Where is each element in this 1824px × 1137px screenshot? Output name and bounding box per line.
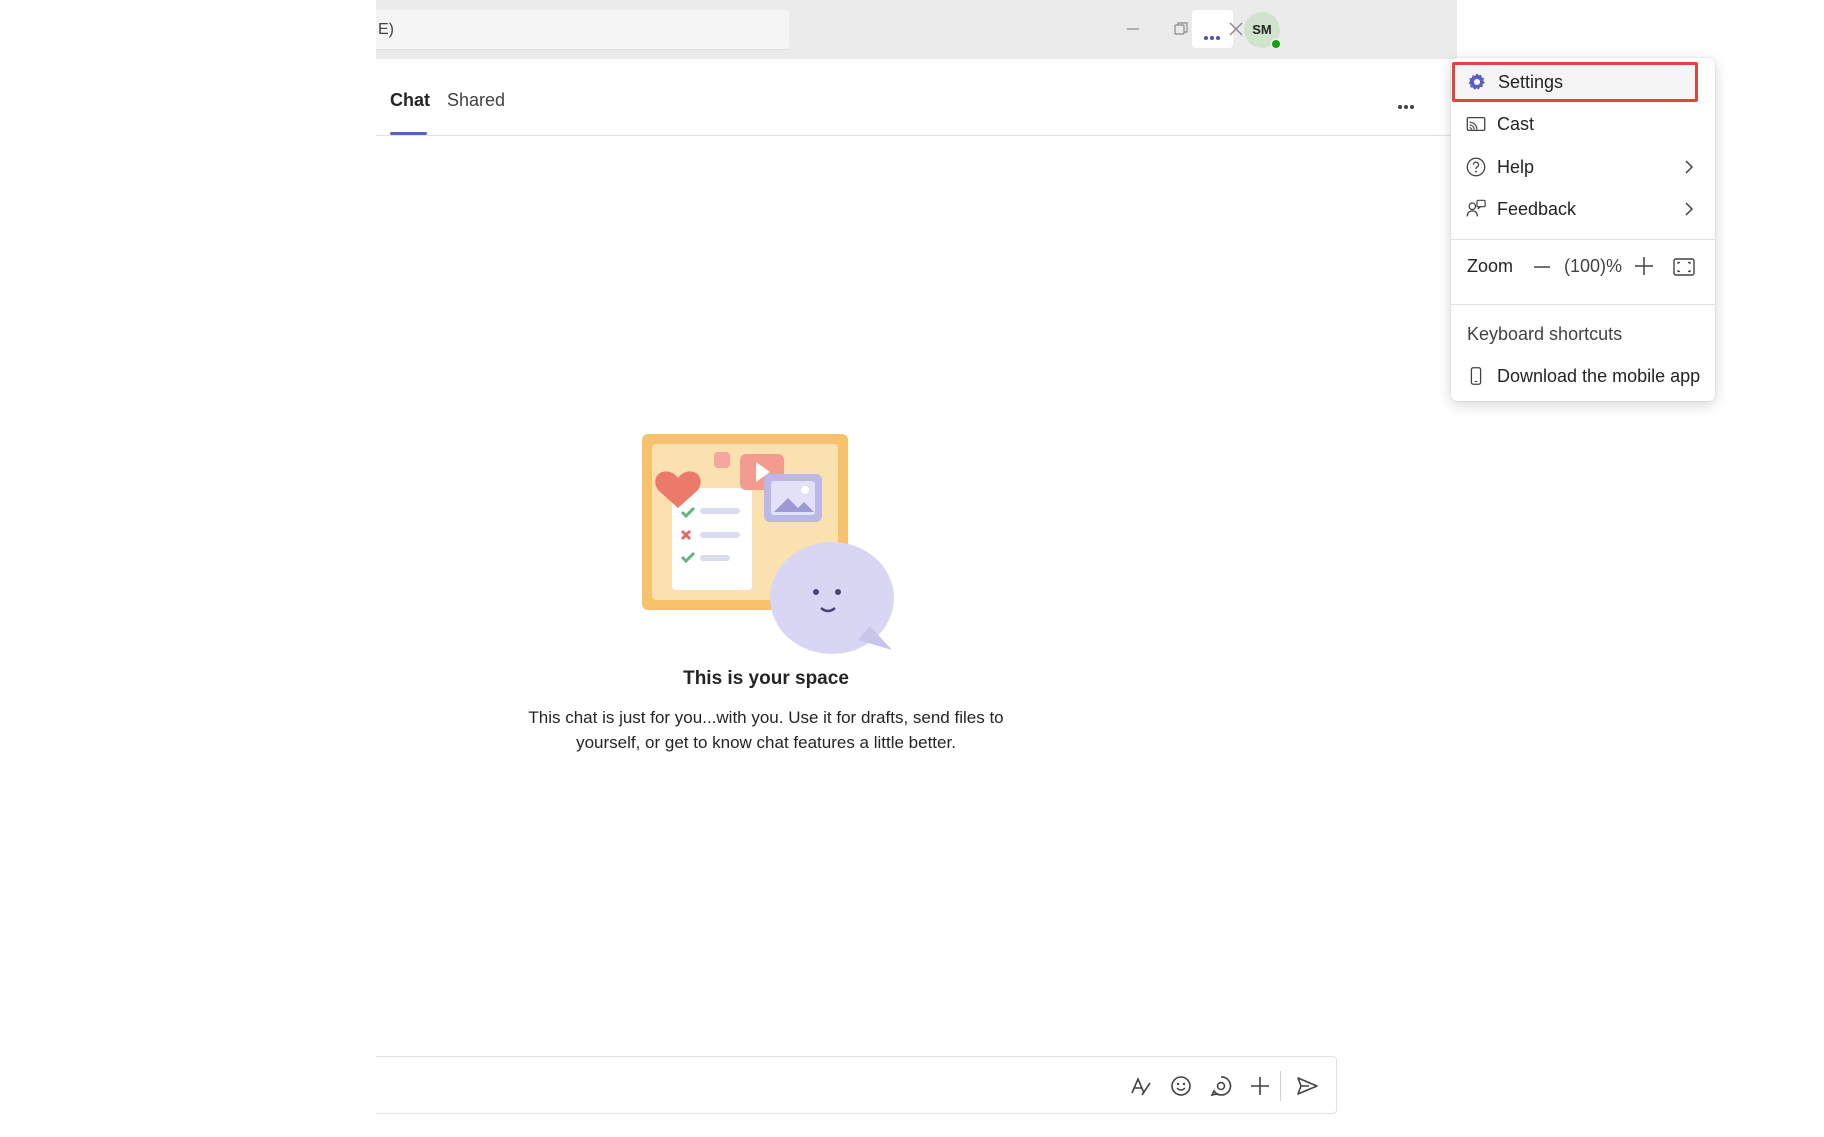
cast-icon — [1466, 116, 1486, 132]
teams-window: E) SM Chat Shared This is your space Thi… — [376, 0, 1715, 1137]
settings-and-more-menu: Settings Cast Help Feedback Zoom (100)% … — [1451, 58, 1715, 401]
menu-divider — [1451, 239, 1715, 240]
send-icon[interactable] — [1294, 1073, 1320, 1099]
title-bar: E) SM — [376, 0, 1457, 59]
menu-item-label: Download the mobile app — [1497, 366, 1701, 386]
zoom-in-icon[interactable] — [1631, 253, 1657, 279]
menu-item-label: Settings — [1498, 72, 1564, 92]
chat-tabs: Chat Shared — [376, 59, 1457, 136]
restore-icon[interactable] — [1166, 14, 1196, 44]
search-input[interactable]: E) — [376, 10, 789, 50]
menu-item-help[interactable]: Help — [1451, 147, 1715, 187]
gear-icon — [1468, 73, 1485, 90]
menu-item-feedback[interactable]: Feedback — [1451, 189, 1715, 229]
question-circle-icon — [1466, 157, 1486, 177]
zoom-label: Zoom — [1467, 256, 1514, 276]
menu-item-keyboard-shortcuts[interactable]: Keyboard shortcuts — [1467, 324, 1622, 345]
avatar-initials: SM — [1252, 22, 1272, 37]
composer-divider — [1280, 1071, 1281, 1101]
presence-available-icon — [1270, 38, 1282, 50]
add-icon[interactable] — [1247, 1073, 1273, 1099]
menu-item-cast[interactable]: Cast — [1451, 104, 1715, 144]
menu-item-download-mobile-app[interactable]: Download the mobile app — [1451, 356, 1715, 396]
menu-divider — [1451, 304, 1715, 305]
feedback-icon — [1466, 199, 1486, 217]
menu-item-label: Cast — [1497, 114, 1535, 134]
zoom-fit-icon[interactable] — [1671, 254, 1697, 280]
empty-state-title: This is your space — [683, 668, 849, 689]
zoom-level: (100)% — [1564, 256, 1623, 276]
close-icon[interactable] — [1221, 14, 1251, 44]
tab-shared[interactable]: Shared — [447, 90, 505, 111]
menu-item-label: Feedback — [1497, 199, 1577, 219]
tab-active-indicator — [390, 132, 427, 135]
minimize-icon[interactable] — [1118, 14, 1148, 44]
chevron-right-icon — [1685, 202, 1694, 216]
more-horizontal-icon — [1204, 27, 1222, 45]
format-icon[interactable] — [1128, 1073, 1154, 1099]
menu-item-label: Help — [1497, 157, 1535, 177]
emoji-icon[interactable] — [1168, 1073, 1194, 1099]
zoom-out-icon[interactable] — [1529, 254, 1555, 280]
phone-icon — [1470, 367, 1482, 385]
empty-state-body: This chat is just for you...with you. Us… — [528, 708, 1004, 752]
message-composer[interactable] — [376, 1056, 1337, 1114]
your-space-illustration — [642, 434, 894, 654]
chat-more-options-icon[interactable] — [1398, 96, 1416, 114]
menu-item-settings[interactable]: Settings — [1452, 62, 1698, 102]
loop-icon[interactable] — [1208, 1073, 1234, 1099]
tab-chat[interactable]: Chat — [390, 90, 430, 111]
chevron-right-icon — [1685, 160, 1694, 174]
